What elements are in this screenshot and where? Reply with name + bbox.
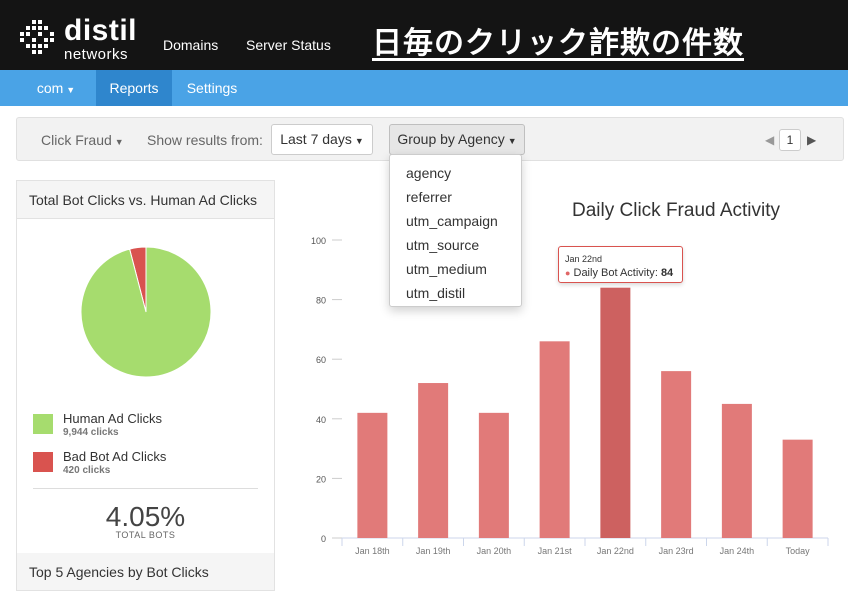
x-tick-label: Jan 22nd <box>597 546 634 556</box>
x-tick-label: Jan 23rd <box>659 546 694 556</box>
bot-percentage: 4.05% <box>105 501 186 532</box>
y-tick-label: 20 <box>316 474 326 484</box>
divider <box>33 488 258 489</box>
menu-item-utm-medium[interactable]: utm_medium <box>406 261 487 277</box>
prev-page-icon[interactable]: ◀ <box>765 133 774 147</box>
next-page-icon[interactable]: ▶ <box>807 133 816 147</box>
show-results-label: Show results from: <box>147 132 263 148</box>
tooltip-series-name: Daily Bot Activity <box>573 267 655 279</box>
legend-count-bot: 420 clicks <box>63 465 111 476</box>
tooltip-date: Jan 22nd <box>565 254 603 264</box>
x-tick-label: Jan 21st <box>538 546 573 556</box>
distil-logo-icon <box>20 20 54 54</box>
tab-settings-label: Settings <box>186 80 238 96</box>
bar-jan-18th[interactable] <box>357 412 388 538</box>
menu-item-utm-distil[interactable]: utm_distil <box>406 285 465 301</box>
chevron-down-icon: ▼ <box>507 136 517 146</box>
menu-item-utm-campaign[interactable]: utm_campaign <box>406 213 498 229</box>
menu-item-referrer[interactable]: referrer <box>406 189 452 205</box>
logo-wordmark: distil <box>64 14 138 47</box>
date-range-label: Last 7 days <box>280 131 352 147</box>
y-tick-label: 0 <box>321 534 326 544</box>
domain-label: com <box>36 80 64 96</box>
bot-percentage-label: TOTAL BOTS <box>115 530 176 540</box>
group-by-button[interactable]: Group by Agency ▼ <box>389 124 525 155</box>
tab-settings[interactable]: Settings <box>172 70 252 106</box>
menu-item-utm-source[interactable]: utm_source <box>406 237 479 253</box>
bar-chart-svg: 0 20 40 60 80 100 Jan 18th Jan 19th Jan 20th Jan … <box>311 236 829 556</box>
bar-jan-19th[interactable] <box>418 383 449 538</box>
top-navbar: distil networks Domains Server Status 日毎… <box>0 0 848 70</box>
report-type-label: Click Fraud <box>41 132 112 148</box>
x-tick-label: Today <box>786 546 811 556</box>
bar-jan-24th[interactable] <box>721 403 752 538</box>
chevron-down-icon: ▼ <box>66 85 76 95</box>
bot-human-pie-chart <box>80 246 212 378</box>
chart-tooltip: Jan 22nd ● Daily Bot Activity: 84 <box>558 246 683 283</box>
legend-label-bot: Bad Bot Ad Clicks <box>63 449 167 464</box>
bar-today[interactable] <box>782 439 813 538</box>
bar-jan-21st[interactable] <box>539 341 570 538</box>
bot-vs-human-panel: Total Bot Clicks vs. Human Ad Clicks Hum… <box>16 180 275 591</box>
domain-dropdown[interactable]: com ▼ <box>24 70 88 106</box>
distil-logo[interactable]: distil networks <box>18 14 158 63</box>
y-tick-label: 60 <box>316 355 326 365</box>
y-tick-label: 80 <box>316 296 326 306</box>
date-range-button[interactable]: Last 7 days ▼ <box>271 124 373 155</box>
x-tick-label: Jan 18th <box>355 546 390 556</box>
x-tick-label: Jan 19th <box>416 546 451 556</box>
chevron-down-icon: ▼ <box>114 137 124 147</box>
sub-navbar: com ▼ Reports Settings <box>0 70 848 106</box>
group-by-menu: agency referrer utm_campaign utm_source … <box>389 154 522 307</box>
panel-title: Total Bot Clicks vs. Human Ad Clicks <box>17 181 274 219</box>
bar-jan-23rd[interactable] <box>661 371 692 538</box>
bar-jan-22nd[interactable] <box>600 287 631 538</box>
legend-count-human: 9,944 clicks <box>63 427 119 438</box>
report-type-dropdown[interactable]: Click Fraud ▼ <box>41 132 124 148</box>
daily-click-fraud-chart: Daily Click Fraud Activity 0 20 40 60 80 100 J… <box>290 180 848 591</box>
x-tick-label: Jan 20th <box>477 546 512 556</box>
chevron-down-icon: ▼ <box>354 136 364 146</box>
nav-server-status[interactable]: Server Status <box>246 37 331 53</box>
pie-slice-human[interactable] <box>80 246 212 378</box>
legend-label-human: Human Ad Clicks <box>63 411 162 426</box>
group-by-label: Group by Agency <box>397 131 505 147</box>
x-tick-label: Jan 24th <box>720 546 755 556</box>
bar-jan-20th[interactable] <box>478 412 509 538</box>
tab-reports[interactable]: Reports <box>96 70 172 106</box>
tooltip-series: ● Daily Bot Activity: 84 <box>565 267 674 279</box>
agencies-panel-title: Top 5 Agencies by Bot Clicks <box>17 553 274 591</box>
legend-swatch-bot <box>33 452 53 472</box>
tab-reports-label: Reports <box>109 80 159 96</box>
tooltip-value: 84 <box>660 267 674 279</box>
legend-swatch-human <box>33 414 53 434</box>
overlay-caption: 日毎のクリック詐欺の件数 <box>372 26 744 61</box>
nav-domains[interactable]: Domains <box>163 37 218 53</box>
pagination: ◀ 1 ▶ <box>763 129 825 151</box>
logo-subtitle: networks <box>64 46 129 63</box>
menu-item-agency[interactable]: agency <box>406 165 451 181</box>
page-number[interactable]: 1 <box>779 129 801 151</box>
y-tick-label: 100 <box>311 236 326 246</box>
y-tick-label: 40 <box>316 415 326 425</box>
